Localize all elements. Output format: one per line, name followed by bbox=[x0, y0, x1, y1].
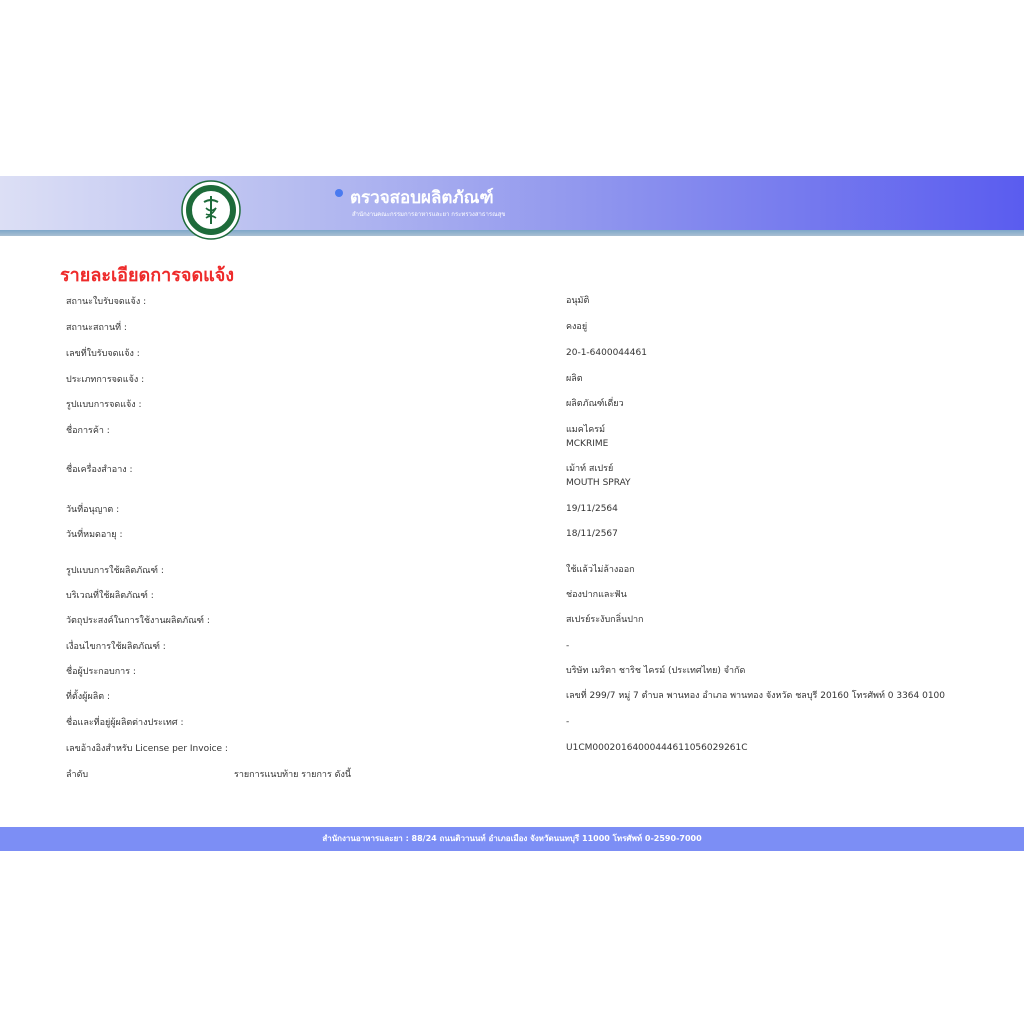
detail-label: เลขที่ใบรับจดแจ้ง : bbox=[66, 349, 140, 359]
detail-value: - bbox=[566, 641, 570, 651]
cosmetic-name-english: MOUTH SPRAY bbox=[566, 478, 631, 488]
detail-row-status: สถานะใบรับจดแจ้ง : อนุมัติ bbox=[0, 294, 1024, 310]
detail-row-cosmetic-name: ชื่อเครื่องสำอาง : เม้าท์ สเปรย์ MOUTH S… bbox=[0, 462, 1024, 494]
detail-row-notification-format: รูปแบบการจดแจ้ง : ผลิตภัณฑ์เดี่ยว bbox=[0, 397, 1024, 413]
footer-address: สำนักงานอาหารและยา : 88/24 ถนนติวานนท์ อ… bbox=[0, 827, 1024, 851]
detail-row-license-reference: เลขอ้างอิงสำหรับ License per Invoice : U… bbox=[0, 741, 1024, 757]
attachment-list-label: รายการแนบท้าย รายการ ดังนี้ bbox=[234, 770, 352, 780]
cosmetic-name-thai: เม้าท์ สเปรย์ bbox=[566, 464, 614, 474]
detail-row-place-status: สถานะสถานที่ : คงอยู่ bbox=[0, 320, 1024, 336]
detail-row-conditions: เงื่อนไขการใช้ผลิตภัณฑ์ : - bbox=[0, 639, 1024, 655]
detail-row-expiry-date: วันที่หมดอายุ : 18/11/2567 bbox=[0, 527, 1024, 543]
ministry-seal-icon bbox=[181, 180, 241, 240]
detail-label: เงื่อนไขการใช้ผลิตภัณฑ์ : bbox=[66, 642, 166, 652]
detail-label: ประเภทการจดแจ้ง : bbox=[66, 375, 145, 385]
detail-value: อนุมัติ bbox=[566, 296, 590, 306]
detail-value: - bbox=[566, 717, 570, 727]
detail-value: 19/11/2564 bbox=[566, 504, 618, 514]
detail-label: วันที่หมดอายุ : bbox=[66, 530, 123, 540]
detail-label: ชื่อการค้า : bbox=[66, 426, 110, 436]
header-banner bbox=[0, 176, 1024, 230]
detail-row-foreign-manufacturer: ชื่อและที่อยู่ผู้ผลิตต่างประเทศ : - bbox=[0, 715, 1024, 731]
detail-label: ชื่อผู้ประกอบการ : bbox=[66, 667, 136, 677]
detail-row-receipt-number: เลขที่ใบรับจดแจ้ง : 20-1-6400044461 bbox=[0, 346, 1024, 362]
detail-row-manufacturer-address: ที่ตั้งผู้ผลิต : เลขที่ 299/7 หมู่ 7 ตำบ… bbox=[0, 689, 1024, 705]
detail-row-usage-format: รูปแบบการใช้ผลิตภัณฑ์ : ใช้แล้วไม่ล้างออ… bbox=[0, 563, 1024, 579]
detail-value: เม้าท์ สเปรย์ MOUTH SPRAY bbox=[566, 462, 631, 490]
detail-label: รูปแบบการใช้ผลิตภัณฑ์ : bbox=[66, 566, 164, 576]
detail-label: รูปแบบการจดแจ้ง : bbox=[66, 400, 142, 410]
detail-value: บริษัท เมริตา ชาริช ไครม์ (ประเทศไทย) จำ… bbox=[566, 666, 746, 676]
site-title: ตรวจสอบผลิตภัณฑ์ bbox=[350, 188, 494, 208]
detail-label: สถานะสถานที่ : bbox=[66, 323, 127, 333]
trade-name-thai: แมคไครม์ bbox=[566, 425, 606, 435]
detail-row-approval-date: วันที่อนุญาต : 19/11/2564 bbox=[0, 502, 1024, 518]
detail-label: ชื่อเครื่องสำอาง : bbox=[66, 465, 133, 475]
detail-value: ผลิต bbox=[566, 374, 583, 384]
detail-value: ช่องปากและฟัน bbox=[566, 590, 627, 600]
detail-row-trade-name: ชื่อการค้า : แมคไครม์ MCKRIME bbox=[0, 423, 1024, 455]
detail-value: คงอยู่ bbox=[566, 322, 588, 332]
detail-label: วัตถุประสงค์ในการใช้งานผลิตภัณฑ์ : bbox=[66, 616, 210, 626]
detail-value: สเปรย์ระงับกลิ่นปาก bbox=[566, 615, 644, 625]
detail-row-notification-type: ประเภทการจดแจ้ง : ผลิต bbox=[0, 372, 1024, 388]
detail-label: ที่ตั้งผู้ผลิต : bbox=[66, 692, 110, 702]
attachment-list-header: ลำดับ รายการแนบท้าย รายการ ดังนี้ bbox=[0, 767, 1024, 781]
detail-value: U1CM000201640004446110560292​61C bbox=[566, 743, 748, 753]
detail-value: ผลิตภัณฑ์เดี่ยว bbox=[566, 399, 624, 409]
header-divider bbox=[0, 230, 1024, 236]
detail-label: วันที่อนุญาต : bbox=[66, 505, 120, 515]
order-column-label: ลำดับ bbox=[66, 770, 89, 780]
detail-row-operator-name: ชื่อผู้ประกอบการ : บริษัท เมริตา ชาริช ไ… bbox=[0, 664, 1024, 680]
trade-name-english: MCKRIME bbox=[566, 439, 609, 449]
detail-label: สถานะใบรับจดแจ้ง : bbox=[66, 297, 147, 307]
page-title: รายละเอียดการจดแจ้ง bbox=[60, 265, 235, 286]
detail-value: แมคไครม์ MCKRIME bbox=[566, 423, 608, 451]
detail-value: เลขที่ 299/7 หมู่ 7 ตำบล พานทอง อำเภอ พา… bbox=[566, 691, 946, 701]
detail-value: ใช้แล้วไม่ล้างออก bbox=[566, 565, 635, 575]
detail-label: ชื่อและที่อยู่ผู้ผลิตต่างประเทศ : bbox=[66, 718, 184, 728]
detail-row-usage-area: บริเวณที่ใช้ผลิตภัณฑ์ : ช่องปากและฟัน bbox=[0, 588, 1024, 604]
site-subtitle: สำนักงานคณะกรรมการอาหารและยา กระทรวงสาธา… bbox=[352, 211, 506, 218]
detail-label: เลขอ้างอิงสำหรับ License per Invoice : bbox=[66, 744, 228, 754]
header-bullet-icon bbox=[335, 189, 343, 197]
detail-value: 20-1-6400044461 bbox=[566, 348, 647, 358]
detail-row-purpose: วัตถุประสงค์ในการใช้งานผลิตภัณฑ์ : สเปรย… bbox=[0, 613, 1024, 629]
detail-value: 18/11/2567 bbox=[566, 529, 618, 539]
detail-label: บริเวณที่ใช้ผลิตภัณฑ์ : bbox=[66, 591, 154, 601]
